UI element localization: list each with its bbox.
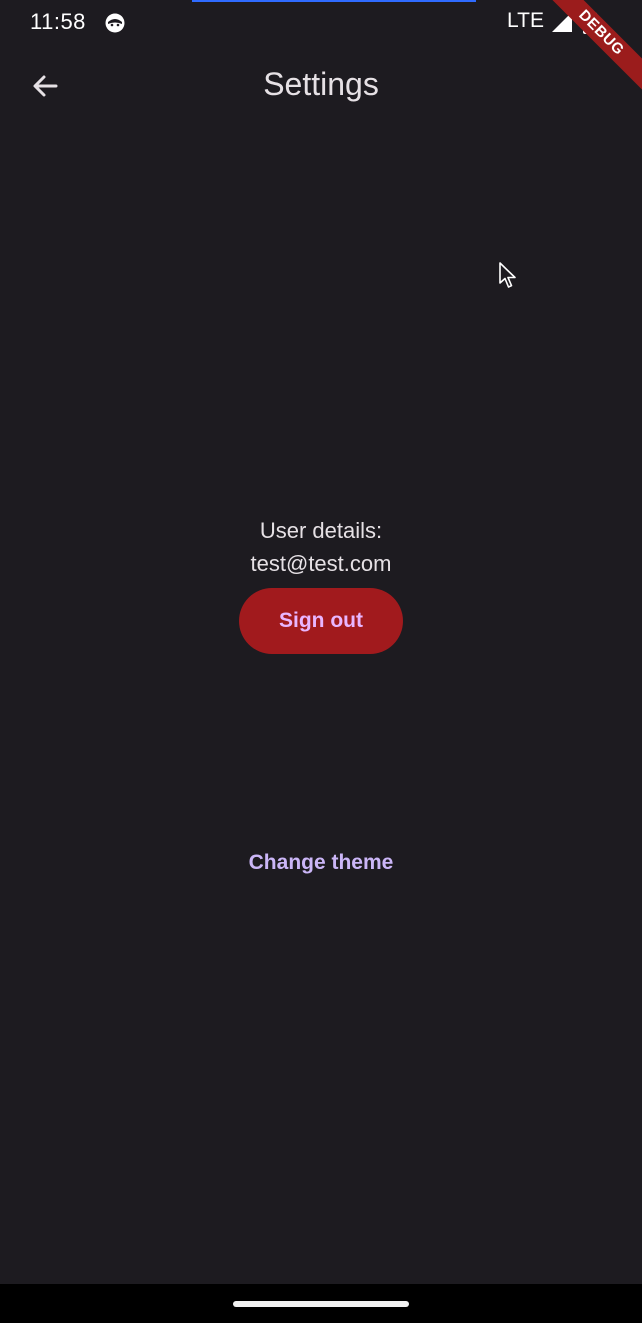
page-title: Settings — [263, 66, 379, 102]
signal-icon — [552, 12, 572, 32]
change-theme-button[interactable]: Change theme — [221, 838, 421, 888]
user-email: test@test.com — [250, 551, 392, 576]
sign-out-button[interactable]: Sign out — [239, 588, 403, 654]
network-type-label: LTE — [507, 9, 544, 32]
user-details-label: User details: — [259, 518, 383, 543]
app-notification-icon — [104, 12, 126, 34]
top-progress-indicator — [192, 0, 476, 2]
home-gesture-handle[interactable] — [233, 1301, 409, 1307]
app-bar: Settings — [0, 46, 642, 130]
status-time: 11:58 — [30, 9, 86, 34]
battery-icon — [583, 10, 597, 34]
system-navigation-bar — [0, 1284, 642, 1323]
status-bar: 11:58 LTE — [0, 0, 642, 46]
settings-screen: 11:58 LTE DEBUG Settings User details: t… — [0, 0, 642, 1323]
mouse-pointer-icon — [498, 262, 518, 290]
